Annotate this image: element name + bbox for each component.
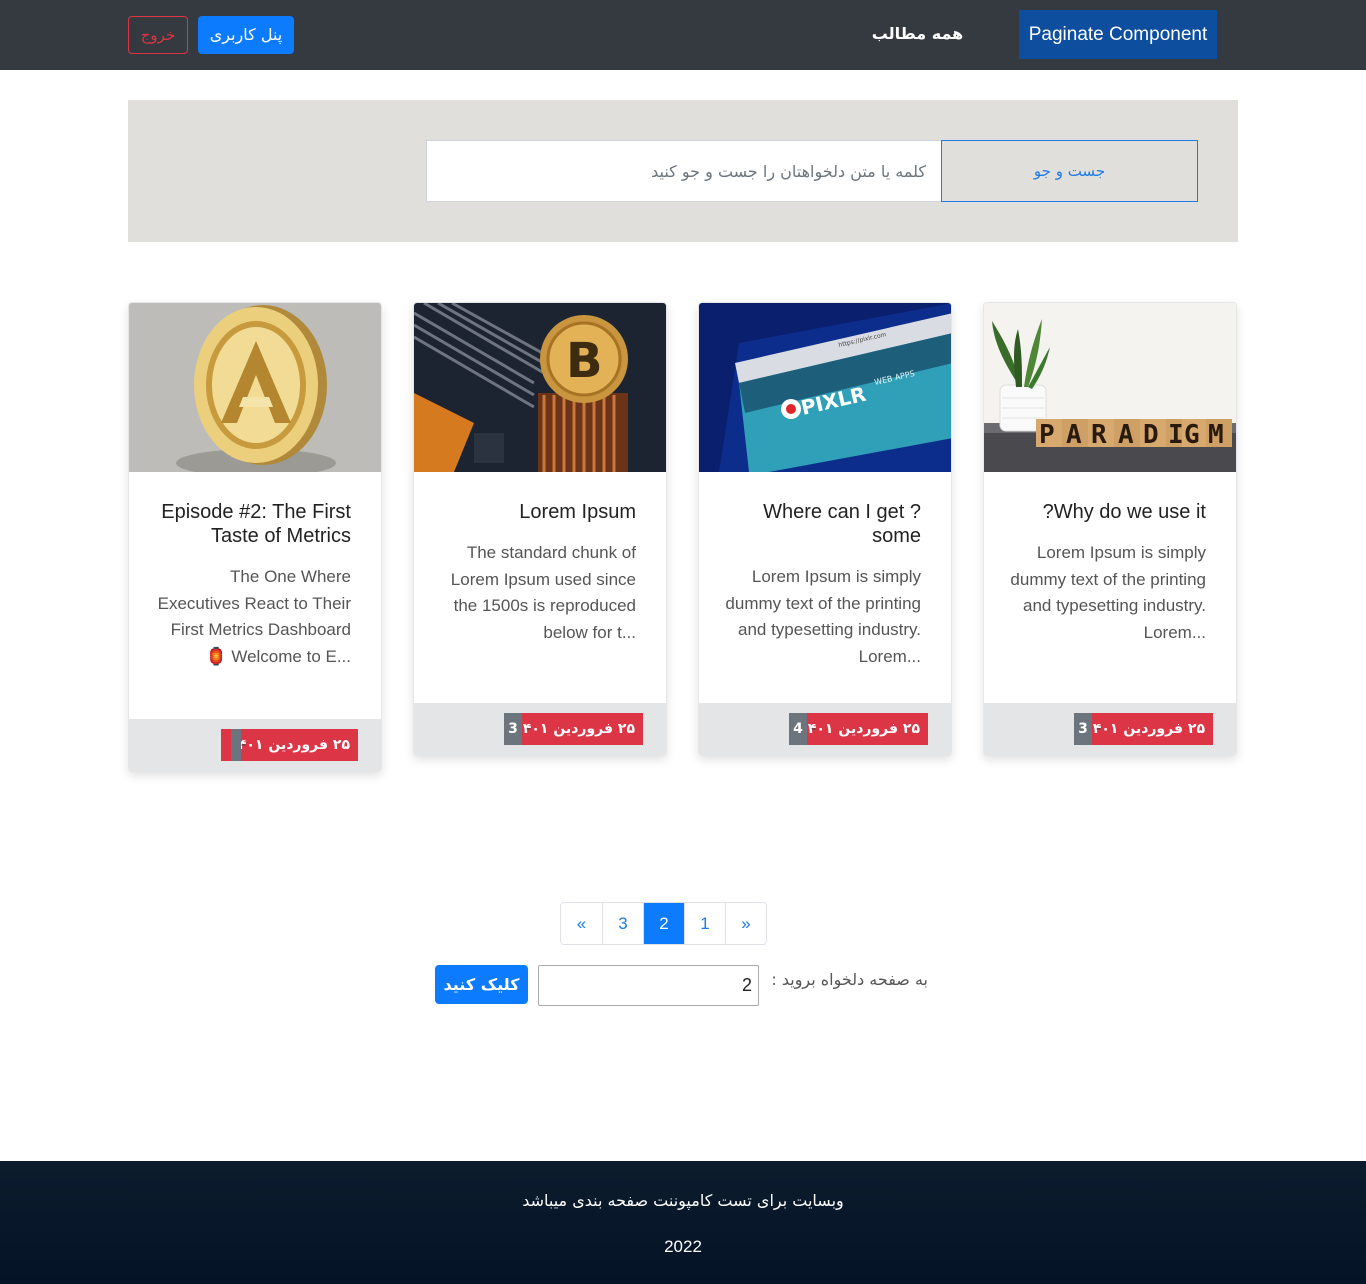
card-excerpt: Lorem Ipsum is simply dummy text of the … — [1010, 543, 1206, 642]
goto-page-label: به صفحه دلخواه بروید : — [771, 970, 928, 989]
card-title[interactable]: Episode #2: The First Taste of Metrics — [154, 500, 351, 548]
badge-separator: - — [240, 737, 246, 753]
search-button[interactable]: جست و جو — [941, 140, 1198, 202]
card-body: Lorem Ipsum The standard chunk of Lorem … — [414, 472, 666, 656]
bitcoin-image: B — [414, 303, 666, 472]
footer-text: وبسایت برای تست کامپوننت صفحه بندی میباش… — [522, 1191, 844, 1210]
post-card[interactable]: PIXLR WEB APPS https://pixlr.com Where c… — [698, 302, 952, 756]
search-section: جست و جو — [128, 100, 1238, 242]
user-panel-button[interactable]: پنل کاربری — [198, 16, 294, 54]
goto-page-button[interactable]: کلیک کنید — [435, 965, 528, 1004]
pagination: « 3 2 1 » — [560, 902, 767, 945]
card-footer: ۲۵ فروردین ۱۴۰۱ - — [129, 719, 381, 771]
svg-text:A: A — [1066, 420, 1082, 450]
comment-count-badge: 3 — [504, 713, 522, 745]
post-card[interactable]: P A R A D I G M ?Why do we use it Lorem … — [983, 302, 1237, 756]
footer: وبسایت برای تست کامپوننت صفحه بندی میباش… — [0, 1161, 1366, 1284]
svg-text:G: G — [1184, 420, 1200, 450]
page-2-active[interactable]: 2 — [643, 903, 684, 944]
post-card[interactable]: B Lorem Ipsum The standard chunk of Lore… — [413, 302, 667, 756]
svg-text:A: A — [1118, 420, 1134, 450]
brand-link[interactable]: Paginate Component — [1019, 10, 1217, 59]
card-footer: ۲۵ فروردین ۱۴۰۱ - 4 — [699, 703, 951, 755]
card-footer: ۲۵ فروردین ۱۴۰۱ - 3 — [414, 703, 666, 755]
svg-text:P: P — [1039, 420, 1055, 450]
comment-count-badge: 3 — [1074, 713, 1092, 745]
svg-text:B: B — [566, 333, 603, 389]
all-posts-link[interactable]: همه مطالب — [860, 20, 975, 48]
goto-page-input[interactable] — [538, 965, 759, 1006]
navbar: Paginate Component همه مطالب پنل کاربری … — [0, 0, 1366, 70]
badge-separator: - — [525, 721, 531, 737]
card-title[interactable]: Where can I get ?some — [724, 500, 921, 548]
card-body: Episode #2: The First Taste of Metrics T… — [129, 472, 381, 680]
svg-text:D: D — [1143, 420, 1159, 450]
card-body: ?Why do we use it Lorem Ipsum is simply … — [984, 472, 1236, 656]
logout-button[interactable]: خروج — [128, 16, 188, 54]
card-excerpt: The One Where Executives React to Their … — [157, 567, 351, 666]
card-body: Where can I get ?some Lorem Ipsum is sim… — [699, 472, 951, 680]
comment-count-badge: 4 — [789, 713, 807, 745]
page-3[interactable]: 3 — [602, 903, 643, 944]
pixlr-browser-image: PIXLR WEB APPS https://pixlr.com — [699, 303, 951, 472]
svg-text:R: R — [1091, 420, 1107, 450]
footer-year: 2022 — [664, 1237, 702, 1256]
comment-count-badge — [231, 729, 241, 761]
svg-text:I: I — [1168, 420, 1184, 450]
card-footer: ۲۵ فروردین ۱۴۰۱ - 3 — [984, 703, 1236, 755]
paradigm-blocks-image: P A R A D I G M — [984, 303, 1236, 472]
badge-separator: - — [1095, 721, 1101, 737]
page-next[interactable]: » — [725, 903, 766, 944]
card-title[interactable]: ?Why do we use it — [1009, 500, 1206, 524]
search-input[interactable] — [426, 140, 942, 202]
card-excerpt: The standard chunk of Lorem Ipsum used s… — [450, 543, 636, 642]
page-1[interactable]: 1 — [684, 903, 725, 944]
card-title[interactable]: Lorem Ipsum — [439, 500, 636, 524]
card-excerpt: Lorem Ipsum is simply dummy text of the … — [725, 567, 921, 666]
page-prev[interactable]: « — [561, 903, 602, 944]
gold-coin-image — [129, 303, 381, 472]
post-card[interactable]: Episode #2: The First Taste of Metrics T… — [128, 302, 382, 772]
badge-separator: - — [810, 721, 816, 737]
svg-text:M: M — [1208, 420, 1224, 450]
